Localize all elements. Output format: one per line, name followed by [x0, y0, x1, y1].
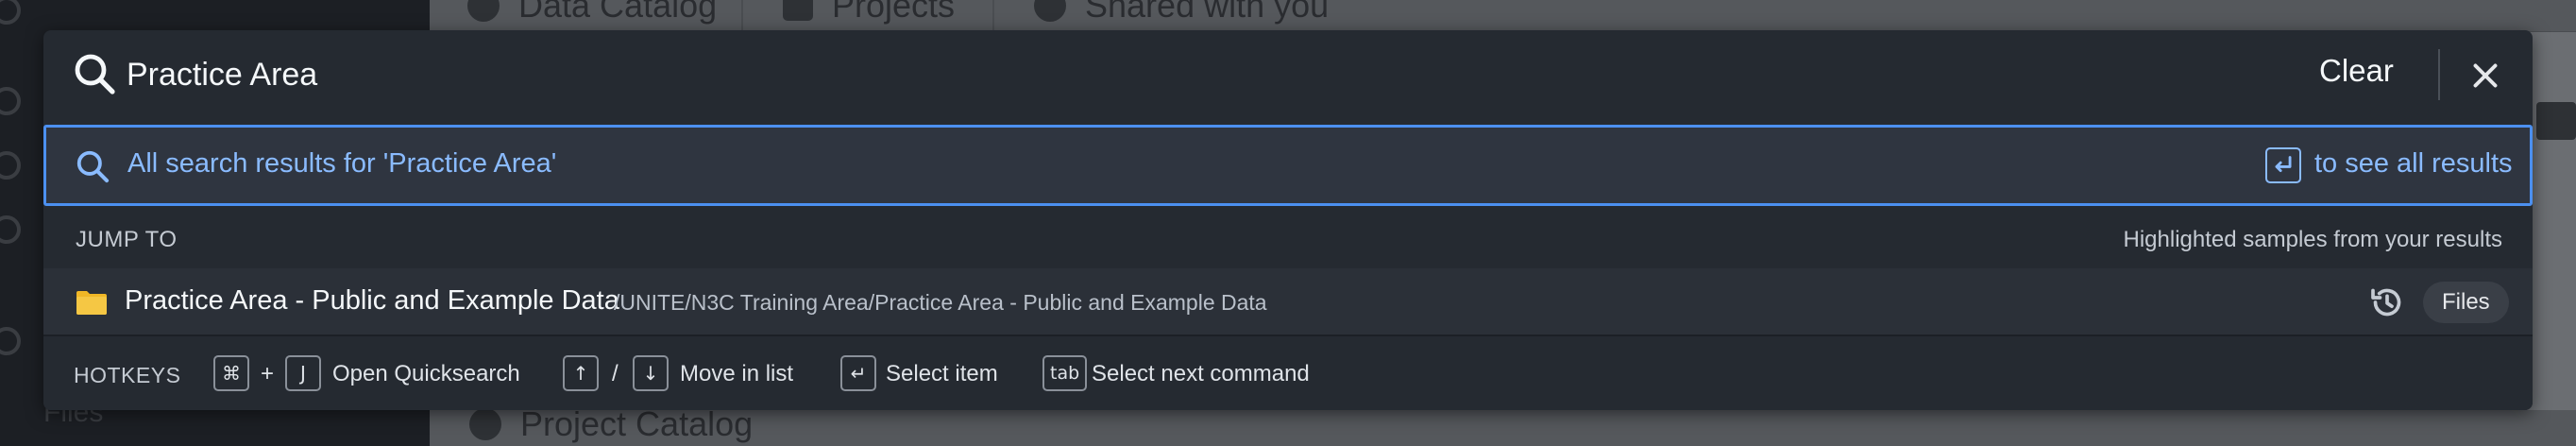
slash-sign: /: [612, 361, 619, 386]
result-item[interactable]: Practice Area - Public and Example Data …: [43, 268, 2533, 334]
search-icon: [76, 150, 110, 183]
folder-icon: [76, 291, 107, 315]
home-icon: [0, 87, 21, 115]
result-title: Practice Area - Public and Example Data: [125, 285, 619, 316]
tab-projects: Projects: [783, 0, 955, 25]
tab-data-catalog: Data Catalog: [467, 0, 717, 25]
section-hint: Highlighted samples from your results: [2123, 227, 2503, 252]
quicksearch-dialog: Clear All search results for 'Practice A…: [43, 30, 2533, 410]
j-key: J: [285, 355, 321, 391]
open-quicksearch-label: Open Quicksearch: [332, 361, 520, 386]
cmd-key: ⌘: [213, 355, 249, 391]
search-icon: [75, 54, 115, 94]
project-catalog-item: Project Catalog: [469, 404, 753, 444]
arrow-up-key: ↑: [563, 355, 599, 391]
clear-button[interactable]: Clear: [2319, 53, 2394, 89]
check-circle-icon: [469, 408, 501, 440]
logo-icon: [0, 0, 21, 25]
select-item-label: Select item: [886, 361, 998, 386]
select-next-command-label: Select next command: [1092, 361, 1310, 386]
people-icon: [1034, 0, 1066, 22]
catalog-icon: [467, 0, 500, 22]
result-path: /UNITE/N3C Training Area/Practice Area -…: [614, 290, 1267, 315]
section-title: JUMP TO: [76, 227, 178, 252]
divider: [2438, 49, 2440, 100]
all-results-label: All search results for 'Practice Area': [127, 148, 557, 179]
list-view-icon: [2536, 102, 2576, 140]
projects-icon: [783, 0, 813, 21]
arrow-down-key: ↓: [633, 355, 669, 391]
app-tab-bar: Data Catalog Projects Shared with you: [430, 0, 2576, 32]
hotkeys-label: HOTKEYS: [74, 363, 181, 387]
all-results-item[interactable]: All search results for 'Practice Area' t…: [43, 125, 2533, 206]
result-type-tag: Files: [2423, 282, 2509, 323]
see-all-results-hint: to see all results: [2314, 148, 2513, 179]
plus-sign: +: [261, 361, 275, 386]
jump-to-header: JUMP TO Highlighted samples from your re…: [43, 208, 2533, 268]
history-icon: [0, 327, 21, 355]
search-bar: Clear: [43, 30, 2533, 119]
hotkeys-footer: HOTKEYS ⌘ + J Open Quicksearch ↑ / ↓ Mov…: [43, 334, 2533, 410]
tab-shared-with-you: Shared with you: [1034, 0, 1329, 25]
notifications-icon: [0, 215, 21, 244]
tab-key: tab: [1042, 355, 1088, 391]
move-in-list-label: Move in list: [680, 361, 794, 386]
enter-key: ↵: [840, 355, 876, 391]
history-icon: [2371, 288, 2401, 317]
close-icon[interactable]: [2468, 59, 2502, 93]
search-input[interactable]: [127, 47, 2147, 102]
search-icon: [0, 151, 21, 180]
enter-key-icon: [2265, 147, 2301, 183]
